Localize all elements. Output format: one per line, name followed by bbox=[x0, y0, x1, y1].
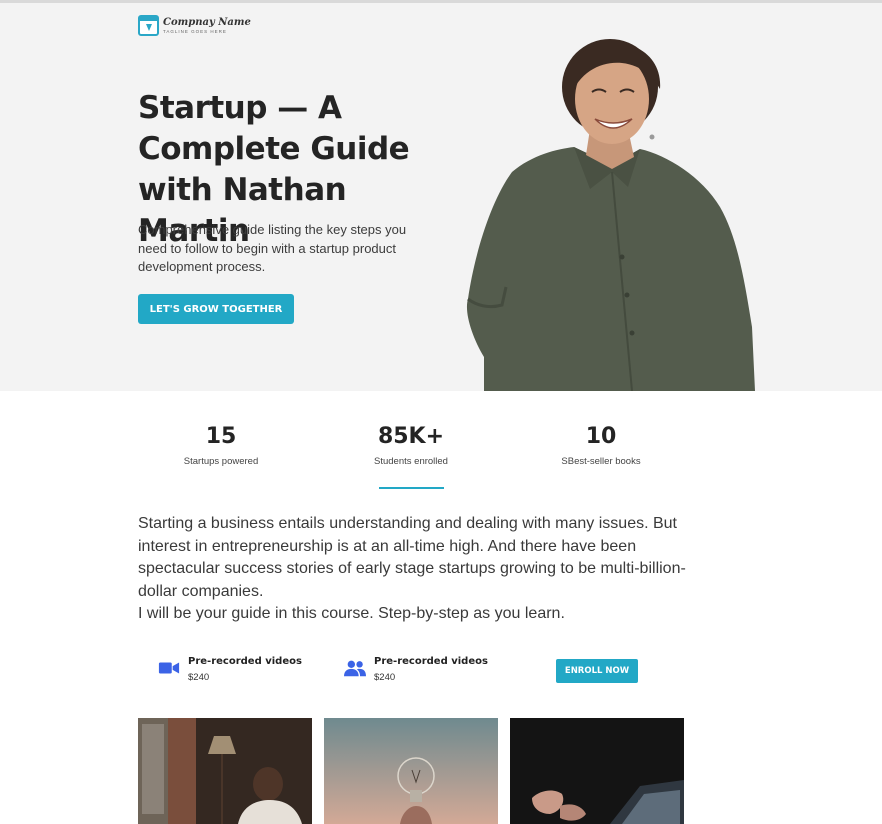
enroll-now-button[interactable]: ENROLL NOW bbox=[556, 659, 638, 683]
stat-students: 85K+ Students enrolled bbox=[336, 422, 486, 467]
stat-label: Startups powered bbox=[183, 456, 259, 467]
company-tagline: TAGLINE GOES HERE bbox=[163, 28, 227, 34]
users-icon bbox=[344, 660, 366, 677]
stats-section: 15 Startups powered 85K+ Students enroll… bbox=[138, 422, 684, 492]
offer-price: $240 bbox=[374, 672, 396, 683]
company-logo[interactable]: Compnay Name TAGLINE GOES HERE bbox=[138, 15, 251, 36]
offer-text: Pre-recorded videos $240 bbox=[188, 655, 302, 683]
instructor-portrait bbox=[466, 39, 755, 391]
grow-together-button[interactable]: LET'S GROW TOGETHER bbox=[138, 294, 294, 324]
stat-startups: 15 Startups powered bbox=[146, 422, 296, 467]
thumbnail-lamp-room[interactable] bbox=[138, 718, 312, 824]
offer-item: Pre-recorded videos $240 bbox=[344, 655, 488, 683]
hero-section: Compnay Name TAGLINE GOES HERE Startup —… bbox=[0, 3, 882, 391]
offer-item: Pre-recorded videos $240 bbox=[158, 655, 302, 683]
company-name: Compnay Name bbox=[163, 16, 251, 28]
video-camera-icon bbox=[158, 662, 180, 674]
stat-label: SBest-seller books bbox=[561, 456, 641, 467]
offer-row: Pre-recorded videos $240 Pre-recorded vi… bbox=[138, 655, 684, 695]
active-stat-indicator bbox=[379, 487, 444, 489]
stat-books: 10 SBest-seller books bbox=[526, 422, 676, 467]
logo-mark-icon bbox=[138, 15, 159, 36]
offer-text: Pre-recorded videos $240 bbox=[374, 655, 488, 683]
intro-paragraph: Starting a business entails understandin… bbox=[138, 515, 686, 600]
thumbnail-laptop[interactable] bbox=[510, 718, 684, 824]
offer-price: $240 bbox=[188, 672, 210, 683]
stat-label: Students enrolled bbox=[374, 456, 448, 467]
intro-closing: I will be your guide in this course. Ste… bbox=[138, 605, 565, 622]
stat-value: 85K+ bbox=[377, 424, 445, 449]
stat-value: 10 bbox=[585, 424, 617, 449]
course-intro: Starting a business entails understandin… bbox=[138, 513, 698, 626]
logo-text: Compnay Name TAGLINE GOES HERE bbox=[163, 17, 251, 35]
stat-value: 15 bbox=[205, 424, 237, 449]
offer-title: Pre-recorded videos bbox=[188, 656, 302, 667]
hero-description: Comprehensive guide listing the key step… bbox=[138, 222, 407, 274]
offer-title: Pre-recorded videos bbox=[374, 656, 488, 667]
thumbnail-light-bulb[interactable] bbox=[324, 718, 498, 824]
